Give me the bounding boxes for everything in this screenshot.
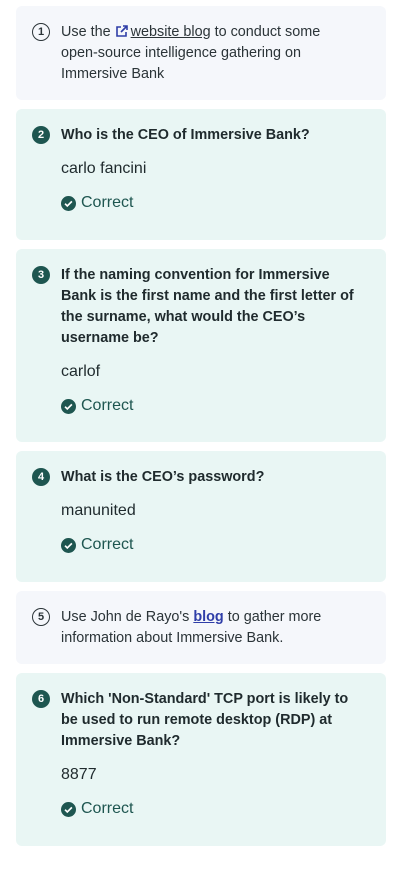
check-circle-icon — [61, 195, 76, 211]
question-text: Who is the CEO of Immersive Bank? — [61, 127, 310, 143]
question-text: What is the CEO’s password? — [61, 469, 265, 485]
correct-status: Correct — [61, 395, 370, 417]
task-card-3: 3 If the naming convention for Immersive… — [16, 249, 386, 442]
task-number-badge: 2 — [32, 126, 50, 144]
task-number-badge: 6 — [32, 690, 50, 708]
answer-text: 8877 — [61, 766, 97, 783]
task-number-badge: 4 — [32, 468, 50, 486]
question-text: Which 'Non-Standard' TCP port is likely … — [61, 691, 349, 749]
task-card-6: 6 Which 'Non-Standard' TCP port is likel… — [16, 673, 386, 846]
correct-status: Correct — [61, 192, 370, 214]
correct-status: Correct — [61, 534, 370, 556]
blog-link[interactable]: blog — [193, 609, 223, 625]
task-text: Use the website blog to conduct some open… — [61, 24, 321, 82]
task-card-1: 1 Use the website blog to conduct some op… — [16, 6, 386, 100]
answer-text: carlof — [61, 363, 101, 380]
check-circle-icon — [61, 537, 76, 553]
task-card-2: 2 Who is the CEO of Immersive Bank? carl… — [16, 109, 386, 240]
task-number-badge: 1 — [32, 23, 50, 41]
task-number-badge: 5 — [32, 608, 50, 626]
answer-text: manunited — [61, 502, 136, 519]
task-card-4: 4 What is the CEO’s password? manunited … — [16, 451, 386, 582]
question-text: If the naming convention for Immersive B… — [61, 267, 354, 346]
external-link-icon — [115, 25, 128, 37]
check-circle-icon — [61, 398, 76, 414]
task-text: Use John de Rayo's blog to gather more i… — [61, 609, 322, 646]
task-number-badge: 3 — [32, 266, 50, 284]
task-card-5: 5 Use John de Rayo's blog to gather more… — [16, 591, 386, 664]
check-circle-icon — [61, 801, 76, 817]
task-list: 1 Use the website blog to conduct some op… — [0, 0, 410, 846]
correct-status: Correct — [61, 798, 370, 820]
answer-text: carlo fancini — [61, 160, 147, 177]
website-blog-link[interactable]: website blog — [131, 24, 211, 40]
